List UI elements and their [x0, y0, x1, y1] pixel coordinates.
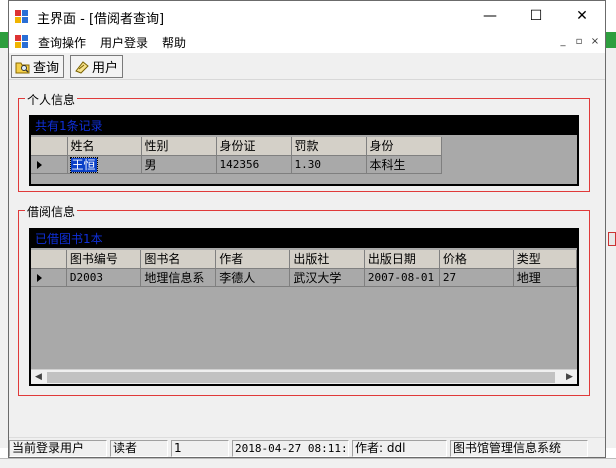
- client-area: 个人信息 共有1条记录 姓名 性别 身份证 罚款 身份 王恒 男 142356 …: [10, 81, 604, 437]
- cell-gender[interactable]: 男: [141, 155, 217, 174]
- table-row[interactable]: 王恒 男 142356 1.30 本科生: [31, 155, 442, 174]
- cell-book-title[interactable]: 地理信息系: [140, 268, 217, 287]
- row-selector[interactable]: [31, 268, 67, 287]
- col-header-author[interactable]: 作者: [215, 250, 291, 269]
- personal-header-row: 姓名 性别 身份证 罚款 身份: [31, 137, 442, 156]
- maximize-button[interactable]: ☐: [513, 1, 559, 31]
- mdi-child-icon[interactable]: [15, 35, 28, 48]
- menu-help[interactable]: 帮助: [162, 34, 186, 51]
- status-author: 作者: ddl: [352, 440, 447, 457]
- col-header-id-card[interactable]: 身份证: [216, 137, 292, 156]
- horizontal-scrollbar[interactable]: ◀ ▶: [31, 369, 577, 384]
- status-login-label: 当前登录用户: [9, 440, 107, 457]
- col-header-publisher[interactable]: 出版社: [289, 250, 365, 269]
- col-header-name[interactable]: 姓名: [67, 137, 142, 156]
- row-selector[interactable]: [31, 155, 68, 174]
- col-header-publish-date[interactable]: 出版日期: [364, 250, 440, 269]
- personal-info-grid[interactable]: 共有1条记录 姓名 性别 身份证 罚款 身份 王恒 男 142356 1.30 …: [29, 115, 579, 186]
- personal-info-label: 个人信息: [25, 91, 78, 108]
- status-user-id: 1: [171, 440, 229, 457]
- status-system-name: 图书馆管理信息系统: [450, 440, 588, 457]
- background-window-left: [0, 48, 8, 448]
- borrow-table: 图书编号 图书名 作者 出版社 出版日期 价格 类型 D2003 地理信息系 李…: [31, 250, 577, 287]
- borrow-info-grid[interactable]: 已借图书1本 图书编号 图书名 作者 出版社 出版日期 价格 类型 D2003 …: [29, 228, 579, 386]
- cell-price[interactable]: 27: [439, 268, 514, 287]
- user-button-label: 用户: [92, 61, 119, 76]
- scrollbar-thumb[interactable]: [47, 372, 555, 383]
- user-icon: [74, 60, 90, 74]
- user-button[interactable]: 用户: [70, 55, 124, 78]
- cell-name[interactable]: 王恒: [67, 155, 142, 174]
- cell-fine[interactable]: 1.30: [291, 155, 367, 174]
- borrow-grid-caption: 已借图书1本: [31, 230, 577, 248]
- col-header-book-id[interactable]: 图书编号: [66, 250, 142, 269]
- mdi-close-button[interactable]: ×: [587, 35, 603, 49]
- col-header-gender[interactable]: 性别: [141, 137, 217, 156]
- query-button-label: 查询: [33, 61, 60, 76]
- current-row-arrow-icon: [37, 273, 42, 282]
- scroll-right-arrow-icon[interactable]: ▶: [562, 370, 577, 384]
- borrow-info-group: 借阅信息 已借图书1本 图书编号 图书名 作者 出版社 出版日期 价格 类型 D…: [18, 203, 590, 396]
- table-row[interactable]: D2003 地理信息系 李德人 武汉大学 2007-08-01 27 地理: [31, 268, 577, 287]
- personal-info-group: 个人信息 共有1条记录 姓名 性别 身份证 罚款 身份 王恒 男 142356 …: [18, 91, 590, 192]
- current-row-arrow-icon: [37, 160, 42, 169]
- title-bar[interactable]: 主界面 - [借阅者查询] — ☐ ✕: [9, 1, 605, 31]
- toolbar: 查询 用户: [9, 53, 605, 80]
- status-bar: 当前登录用户 读者 1 2018-04-27 08:11:13 作者: ddl …: [9, 437, 605, 457]
- col-header-price[interactable]: 价格: [439, 250, 514, 269]
- col-header-fine[interactable]: 罚款: [291, 137, 367, 156]
- scroll-left-arrow-icon[interactable]: ◀: [31, 370, 46, 384]
- menu-bar: 查询操作 用户登录 帮助 _ ▫ ×: [9, 31, 605, 53]
- col-header-book-title[interactable]: 图书名: [140, 250, 217, 269]
- personal-grid-caption: 共有1条记录: [31, 117, 577, 135]
- cell-category[interactable]: 地理: [513, 268, 577, 287]
- col-header-identity[interactable]: 身份: [366, 137, 442, 156]
- row-selector-header: [31, 250, 67, 269]
- cell-publisher[interactable]: 武汉大学: [289, 268, 365, 287]
- borrow-info-label: 借阅信息: [25, 203, 78, 220]
- cell-identity[interactable]: 本科生: [366, 155, 442, 174]
- background-window-bottom: [0, 458, 616, 468]
- minimize-button[interactable]: —: [467, 1, 513, 31]
- menu-query-operations[interactable]: 查询操作: [38, 34, 86, 51]
- mdi-minimize-button[interactable]: _: [555, 35, 571, 49]
- close-button[interactable]: ✕: [559, 1, 605, 31]
- status-user-role: 读者: [110, 440, 168, 457]
- background-window-right: [606, 48, 616, 448]
- personal-table: 姓名 性别 身份证 罚款 身份 王恒 男 142356 1.30 本科生: [31, 137, 442, 174]
- window-title: 主界面 - [借阅者查询]: [37, 12, 165, 27]
- cell-book-id[interactable]: D2003: [66, 268, 142, 287]
- cell-author[interactable]: 李德人: [215, 268, 291, 287]
- mdi-restore-button[interactable]: ▫: [571, 35, 587, 49]
- status-datetime: 2018-04-27 08:11:13: [232, 440, 349, 457]
- query-button[interactable]: 查询: [11, 55, 65, 78]
- row-selector-header: [31, 137, 68, 156]
- main-window: 主界面 - [借阅者查询] — ☐ ✕ 查询操作 用户登录 帮助 _ ▫ × 查…: [8, 0, 606, 458]
- cell-publish-date[interactable]: 2007-08-01: [364, 268, 440, 287]
- cell-id-card[interactable]: 142356: [216, 155, 292, 174]
- col-header-category[interactable]: 类型: [513, 250, 577, 269]
- app-icon[interactable]: [15, 10, 28, 23]
- background-window-button: [608, 232, 616, 246]
- borrow-header-row: 图书编号 图书名 作者 出版社 出版日期 价格 类型: [31, 250, 577, 269]
- menu-user-login[interactable]: 用户登录: [100, 34, 148, 51]
- folder-search-icon: [15, 60, 31, 74]
